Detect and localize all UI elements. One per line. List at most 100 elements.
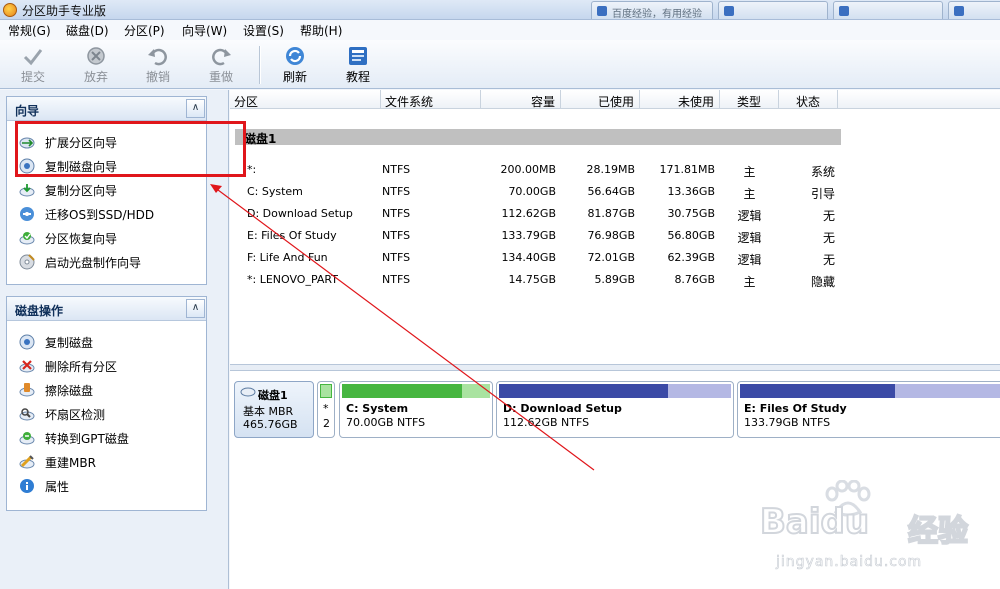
cell-unused: 13.36GB — [667, 185, 715, 198]
menu-partition[interactable]: 分区(P) — [124, 22, 165, 39]
cell-used: 72.01GB — [587, 251, 635, 264]
table-row[interactable]: C: System NTFS 70.00GB 56.64GB 13.36GB 主 引导 — [230, 184, 840, 202]
cell-filesystem: NTFS — [382, 229, 411, 242]
partition-block-d[interactable]: D: Download Setup 112.62GB NTFS — [496, 381, 734, 438]
cell-filesystem: NTFS — [382, 273, 411, 286]
highlight-box — [15, 121, 246, 177]
wipe-disk-label: 擦除磁盘 — [45, 384, 94, 398]
pane-splitter[interactable] — [230, 364, 1000, 371]
cell-partition: *: LENOVO_PART — [247, 273, 338, 286]
copy-disk-icon — [19, 334, 35, 350]
toolbar: 提交 放弃 撤销 重做 刷新 教程 — [0, 40, 1000, 89]
cell-filesystem: NTFS — [382, 251, 411, 264]
title-bar: 分区助手专业版 百度经验，有用经验 — [0, 0, 1000, 20]
column-header-filesystem[interactable]: 文件系统 — [381, 90, 481, 109]
partition-block-e[interactable]: E: Files Of Study 133.79GB NTFS — [737, 381, 1000, 438]
submit-button[interactable]: 提交 — [8, 45, 58, 87]
migrate-os-icon — [20, 207, 34, 221]
discard-button[interactable]: 放弃 — [71, 45, 121, 87]
delete-icon — [19, 360, 35, 373]
column-header-capacity[interactable]: 容量 — [481, 90, 561, 109]
partition-block-c[interactable]: C: System 70.00GB NTFS — [339, 381, 493, 438]
bad-sector-label: 坏扇区检测 — [45, 408, 106, 422]
hard-disk-icon — [240, 387, 256, 397]
table-row[interactable]: *: NTFS 200.00MB 28.19MB 171.81MB 主 系统 — [230, 162, 840, 180]
cell-type: 主 — [743, 275, 756, 289]
bad-sector-icon — [19, 408, 35, 421]
cell-type: 主 — [743, 187, 756, 201]
small-partition-block[interactable]: * 2 — [317, 381, 335, 438]
tutorial-button[interactable]: 教程 — [333, 45, 383, 87]
cell-partition: C: System — [247, 185, 303, 198]
cell-capacity: 112.62GB — [501, 207, 556, 220]
free-space-bar — [461, 384, 490, 398]
browser-tab[interactable] — [948, 1, 1000, 19]
table-row[interactable]: F: Life And Fun NTFS 134.40GB 72.01GB 62.39G… — [230, 250, 840, 268]
discard-icon — [87, 47, 105, 65]
menu-bar: 常规(G) 磁盘(D) 分区(P) 向导(W) 设置(S) 帮助(H) — [0, 20, 1000, 40]
info-icon — [20, 479, 34, 493]
column-header-filler — [838, 90, 1000, 109]
properties-label: 属性 — [45, 480, 70, 494]
menu-wizard[interactable]: 向导(W) — [182, 22, 227, 39]
cell-partition: *: — [247, 163, 257, 176]
wizard-panel-title: 向导 — [15, 104, 40, 118]
app-logo-icon — [3, 3, 17, 17]
cell-used: 76.98GB — [587, 229, 635, 242]
collapse-button[interactable]: ∧ — [186, 299, 205, 318]
menu-help[interactable]: 帮助(H) — [300, 22, 342, 39]
delete-all-partitions-label: 删除所有分区 — [45, 360, 118, 374]
cell-status: 无 — [822, 253, 835, 267]
partition-name: C: System — [346, 402, 409, 415]
usage-bar — [740, 384, 1000, 398]
free-space-bar — [894, 384, 1000, 398]
partition-info: 133.79GB NTFS — [744, 416, 831, 429]
cell-capacity: 134.40GB — [501, 251, 556, 264]
used-space-bar — [499, 384, 668, 398]
used-space-bar — [740, 384, 895, 398]
cell-type: 逻辑 — [737, 209, 762, 223]
browser-tab-label: 百度经验，有用经验 — [612, 9, 702, 19]
cell-partition: E: Files Of Study — [247, 229, 337, 242]
cell-used: 28.19MB — [586, 163, 635, 176]
undo-button[interactable]: 撤销 — [133, 45, 183, 87]
table-row[interactable]: *: LENOVO_PART NTFS 14.75GB 5.89GB 8.76GB 主 隐藏 — [230, 272, 840, 290]
refresh-label: 刷新 — [282, 70, 307, 84]
discard-label: 放弃 — [83, 70, 108, 84]
column-header-unused[interactable]: 未使用 — [640, 90, 720, 109]
disk-operations-panel: 磁盘操作 ∧ 复制磁盘 删除所有分区 擦除磁盘 坏扇区检测 转换到GPT磁盘 重… — [6, 296, 207, 511]
cell-partition: D: Download Setup — [247, 207, 353, 220]
table-row[interactable]: E: Files Of Study NTFS 133.79GB 76.98GB 56.8… — [230, 228, 840, 246]
undo-icon — [148, 48, 167, 66]
small-partition-info: 2 — [323, 417, 330, 430]
cell-filesystem: NTFS — [382, 207, 411, 220]
column-header-type[interactable]: 类型 — [720, 90, 779, 109]
collapse-button[interactable]: ∧ — [186, 99, 205, 118]
cell-status: 引导 — [810, 187, 835, 201]
menu-settings[interactable]: 设置(S) — [243, 22, 284, 39]
refresh-button[interactable]: 刷新 — [270, 45, 320, 87]
cell-partition: F: Life And Fun — [247, 251, 328, 264]
column-header-status[interactable]: 状态 — [779, 90, 838, 109]
table-row[interactable]: D: Download Setup NTFS 112.62GB 81.87GB 30.7… — [230, 206, 840, 224]
tab-favicon-icon — [597, 6, 607, 16]
disk-card[interactable]: 磁盘1 基本 MBR 465.76GB — [234, 381, 314, 438]
browser-tab[interactable] — [718, 1, 828, 19]
redo-icon — [212, 48, 231, 66]
cell-capacity: 200.00MB — [500, 163, 556, 176]
browser-tab[interactable] — [833, 1, 943, 19]
partition-name: E: Files Of Study — [744, 402, 847, 415]
menu-general[interactable]: 常规(G) — [8, 22, 51, 39]
free-space-bar — [667, 384, 731, 398]
cell-status: 系统 — [810, 165, 835, 179]
column-header-used[interactable]: 已使用 — [561, 90, 640, 109]
small-partition-usage-bar — [320, 384, 332, 398]
baidu-watermark: Baidu 经验 jingyan.baidu.com — [759, 478, 995, 586]
browser-tab[interactable]: 百度经验，有用经验 — [591, 1, 713, 19]
undo-label: 撤销 — [145, 70, 170, 84]
window-title: 分区助手专业版 — [22, 4, 107, 18]
column-header-partition[interactable]: 分区 — [230, 90, 381, 109]
menu-disk[interactable]: 磁盘(D) — [66, 22, 109, 39]
copy-partition-icon — [19, 184, 35, 197]
redo-button[interactable]: 重做 — [196, 45, 246, 87]
